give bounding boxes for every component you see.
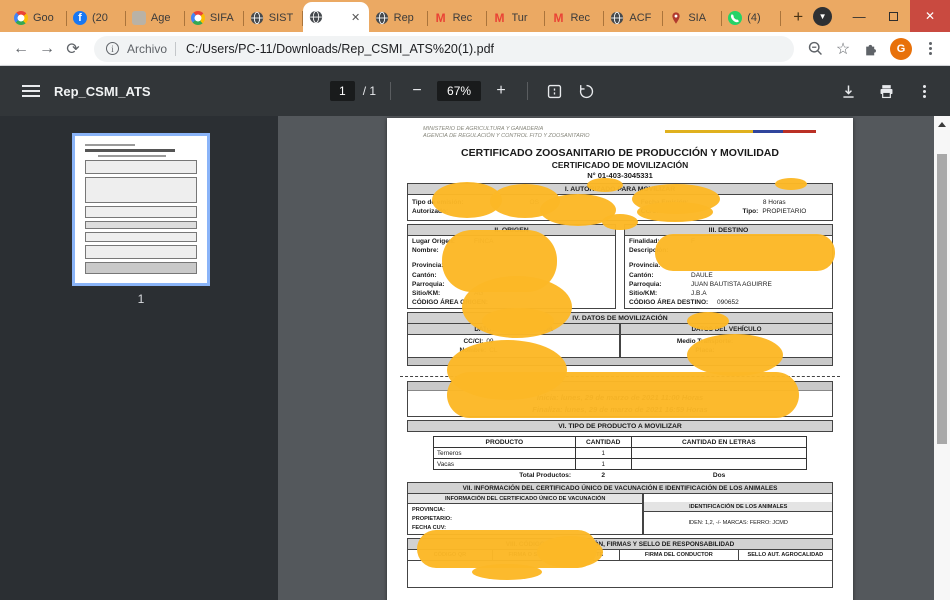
info-icon[interactable]: i [106, 42, 119, 55]
thumbnail-page-number: 1 [72, 292, 210, 306]
profile-avatar[interactable]: G [890, 38, 912, 60]
tab-rep[interactable]: Rep [369, 4, 428, 32]
thumbnail-panel: 1 [0, 116, 278, 600]
scrollbar-thumb[interactable] [937, 154, 947, 444]
url-prefix: Archivo [127, 42, 167, 56]
redaction-blob [482, 308, 554, 334]
pdf-page: MINISTERIO DE AGRICULTURA Y GANADERIA AG… [387, 118, 853, 600]
tab-facebook[interactable]: f (20 [67, 4, 126, 32]
minimize-button[interactable]: — [842, 0, 876, 32]
animal-identification: IDEN: 1,2, -/- MARCAS: FERRO: JCMD [644, 512, 832, 526]
gmail-icon: M [434, 11, 448, 25]
table-total-row: Total Productos: 2 Dos [433, 472, 807, 479]
address-bar: ← → ⟳ i Archivo C:/Users/PC-11/Downloads… [0, 32, 950, 66]
download-button[interactable] [836, 79, 860, 103]
vertical-scrollbar[interactable] [934, 116, 950, 600]
reload-button[interactable]: ⟳ [60, 36, 86, 62]
pdf-title: Rep_CSMI_ATS [54, 84, 151, 99]
zoom-out-button[interactable]: − [405, 79, 429, 103]
url-text: C:/Users/PC-11/Downloads/Rep_CSMI_ATS%20… [186, 42, 494, 56]
close-button[interactable]: ✕ [910, 0, 950, 32]
globe-icon [610, 11, 624, 25]
redaction-blob [472, 564, 542, 580]
section-vacunacion: VII. INFORMACIÓN DEL CERTIFICADO ÚNICO D… [407, 482, 833, 535]
back-button[interactable]: ← [8, 36, 34, 62]
scroll-up-icon[interactable] [938, 122, 946, 127]
fit-page-button[interactable] [542, 79, 566, 103]
tab-age[interactable]: Age [126, 4, 185, 32]
table-row: Vacas 1 [434, 459, 807, 470]
pdf-toolbar: Rep_CSMI_ATS 1 / 1 − 67% + [0, 66, 950, 116]
generic-favicon-icon [132, 11, 146, 25]
globe-icon [250, 11, 264, 25]
zoom-out-icon[interactable] [802, 36, 828, 62]
gmail-icon: M [493, 11, 507, 25]
zoom-level[interactable]: 67% [437, 81, 481, 101]
tab-close-icon[interactable]: ✕ [349, 10, 363, 24]
table-row: Terneros 1 [434, 448, 807, 459]
browser-menu-icon[interactable] [918, 42, 942, 55]
ministry-header: MINISTERIO DE AGRICULTURA Y GANADERIA AG… [423, 126, 590, 140]
tab-sist[interactable]: SIST [244, 4, 303, 32]
tab-bar: Goo f (20 Age SIFA SIST ✕ Rep M Re [0, 0, 950, 32]
tab-sifa[interactable]: SIFA [185, 4, 244, 32]
map-pin-icon [669, 11, 683, 25]
tab-active-pdf[interactable]: ✕ [303, 2, 369, 32]
maximize-icon [889, 12, 898, 21]
pdf-more-menu-icon[interactable] [912, 85, 936, 98]
page-thumbnail[interactable] [72, 133, 210, 286]
product-table: PRODUCTO CANTIDAD CANTIDAD EN LETRAS Ter… [433, 436, 807, 479]
redaction-blob [655, 234, 835, 271]
forward-button[interactable]: → [34, 36, 60, 62]
globe-icon [309, 10, 323, 24]
tab-gmail-tur[interactable]: M Tur [487, 4, 546, 32]
redaction-blob [587, 178, 623, 192]
redaction-blob [447, 372, 799, 418]
rotate-button[interactable] [574, 79, 598, 103]
bookmark-star-icon[interactable]: ☆ [830, 36, 856, 62]
redaction-blob [687, 334, 783, 376]
tab-search-button[interactable]: ▼ [813, 7, 832, 26]
document-subtitle: CERTIFICADO DE MOVILIZACIÓN [397, 160, 843, 170]
browser-window: Goo f (20 Age SIFA SIST ✕ Rep M Re [0, 0, 950, 600]
tab-whatsapp[interactable]: (4) [722, 4, 781, 32]
new-tab-button[interactable]: + [785, 4, 811, 30]
tab-acf[interactable]: ACF [604, 4, 663, 32]
print-button[interactable] [874, 79, 898, 103]
redaction-blob [602, 214, 638, 230]
pdf-menu-icon[interactable] [22, 85, 40, 97]
url-field[interactable]: i Archivo C:/Users/PC-11/Downloads/Rep_C… [94, 36, 794, 62]
whatsapp-icon [728, 11, 742, 25]
tab-gmail-rec-1[interactable]: M Rec [428, 4, 487, 32]
gmail-icon: M [551, 11, 565, 25]
tab-sia[interactable]: SIA [663, 4, 722, 32]
redaction-blob [637, 202, 713, 222]
google-favicon-icon [191, 11, 205, 25]
tab-gmail-rec-2[interactable]: M Rec [545, 4, 604, 32]
facebook-icon: f [73, 11, 87, 25]
redaction-blob [775, 178, 807, 190]
page-number-input[interactable]: 1 [330, 81, 355, 101]
extensions-puzzle-icon[interactable] [858, 36, 884, 62]
page-total: / 1 [363, 84, 376, 98]
google-favicon-icon [14, 11, 28, 25]
ecuador-flag-strip-icon [665, 130, 816, 133]
redaction-blob [537, 536, 603, 568]
certificate-number: N° 01-403-3045331 [397, 171, 843, 180]
globe-icon [375, 11, 389, 25]
pdf-viewer: 1 MINISTERIO DE AGRICULTURA Y GANADERIA … [0, 116, 950, 600]
redaction-blob [687, 312, 729, 330]
document-title: CERTIFICADO ZOOSANITARIO DE PRODUCCIÓN Y… [397, 147, 843, 159]
zoom-in-button[interactable]: + [489, 79, 513, 103]
maximize-button[interactable] [876, 0, 910, 32]
tab-google-1[interactable]: Goo [8, 4, 67, 32]
section-producto: VI. TIPO DE PRODUCTO A MOVILIZAR [407, 420, 833, 432]
